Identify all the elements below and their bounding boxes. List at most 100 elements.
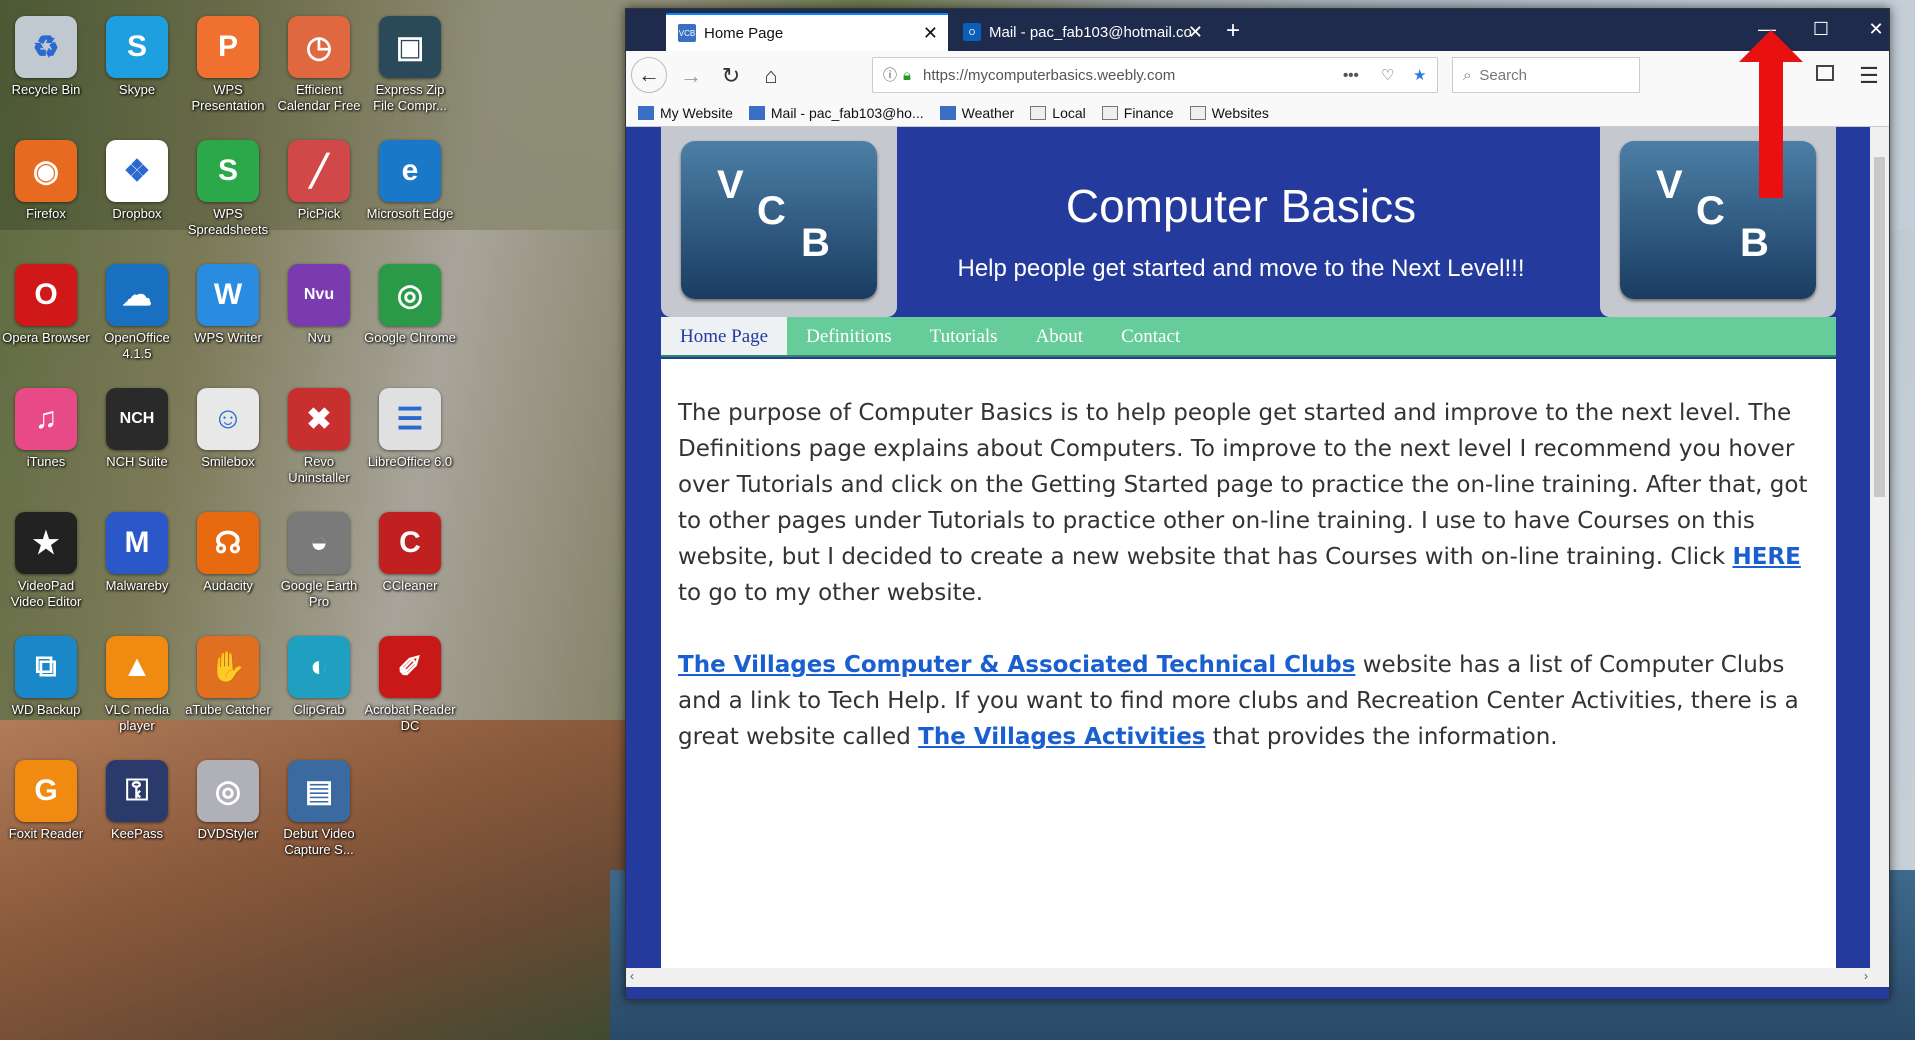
icon-label: WPS Spreadsheets — [187, 206, 269, 237]
bookmark-local[interactable]: Local — [1030, 105, 1086, 121]
info-icon[interactable]: ⓘ — [883, 65, 897, 85]
app-icon: ❖ — [106, 140, 168, 202]
icon-label: Malwareby — [105, 578, 169, 593]
here-link[interactable]: HERE — [1732, 544, 1800, 570]
bookmark-websites[interactable]: Websites — [1189, 105, 1269, 121]
reload-button[interactable]: ↻ — [716, 61, 746, 91]
desktop-icon-recycle-bin[interactable]: ♻ Recycle Bin — [0, 8, 92, 126]
bookmark-finance[interactable]: Finance — [1101, 105, 1174, 121]
desktop-icon-microsoft-edge[interactable]: e Microsoft Edge — [364, 132, 456, 250]
desktop-icon-skype[interactable]: S Skype — [91, 8, 183, 126]
app-icon: ✐ — [379, 636, 441, 698]
desktop-icon-revo-uninstaller[interactable]: ✖ Revo Uninstaller — [273, 380, 365, 498]
icon-label: Google Earth Pro — [280, 578, 358, 609]
desktop-icon-wps-writer[interactable]: W WPS Writer — [182, 256, 274, 374]
desktop-icon-clipgrab[interactable]: ◐ ClipGrab — [273, 628, 365, 746]
open-menu-button[interactable]: ☰ — [1854, 61, 1884, 91]
desktop-icon-dvdstyler[interactable]: ◎ DVDStyler — [182, 752, 274, 870]
icon-label: Foxit Reader — [8, 826, 84, 841]
folder-icon — [1189, 105, 1206, 120]
icon-label: OpenOffice 4.1.5 — [104, 330, 170, 361]
desktop-icon-picpick[interactable]: ╱ PicPick — [273, 132, 365, 250]
desktop-icon-libreoffice-6-0[interactable]: ☰ LibreOffice 6.0 — [364, 380, 456, 498]
bookmark-mail-pac-fab103-ho[interactable]: Mail - pac_fab103@ho... — [748, 105, 924, 121]
vcb-favicon-icon: VCB — [678, 24, 696, 42]
desktop-icon-opera-browser[interactable]: O Opera Browser — [0, 256, 92, 374]
nav-home-page[interactable]: Home Page — [661, 317, 788, 355]
site-favicon-icon — [748, 105, 765, 120]
villages-clubs-link[interactable]: The Villages Computer & Associated Techn… — [678, 652, 1355, 678]
scroll-left-icon[interactable]: ‹ — [630, 969, 634, 983]
desktop-icon-google-chrome[interactable]: ◎ Google Chrome — [364, 256, 456, 374]
desktop-icon-atube-catcher[interactable]: ✋ aTube Catcher — [182, 628, 274, 746]
icon-label: aTube Catcher — [185, 702, 271, 717]
vertical-scrollbar[interactable] — [1870, 127, 1889, 987]
app-icon: ╱ — [288, 140, 350, 202]
desktop-icon-wps-presentation[interactable]: P WPS Presentation — [182, 8, 274, 126]
app-icon: ☊ — [197, 512, 259, 574]
page-actions-icon[interactable]: ••• — [1343, 67, 1359, 84]
desktop-icon-keepass[interactable]: ⚿ KeePass — [91, 752, 183, 870]
maximize-button[interactable]: ☐ — [1806, 19, 1836, 40]
new-tab-button[interactable]: + — [1226, 17, 1240, 45]
icon-label: Microsoft Edge — [366, 206, 454, 221]
clubs-paragraph: The Villages Computer & Associated Techn… — [678, 652, 1799, 750]
red-annotation-arrow — [1739, 30, 1803, 198]
icon-label: Google Chrome — [364, 330, 456, 345]
desktop-icon-wd-backup[interactable]: ⧉ WD Backup — [0, 628, 92, 746]
icon-label: WPS Presentation — [191, 82, 265, 113]
app-icon: M — [106, 512, 168, 574]
desktop-icon-firefox[interactable]: ◉ Firefox — [0, 132, 92, 250]
desktop-icon-efficient-calendar-free[interactable]: ◷ Efficient Calendar Free — [273, 8, 365, 126]
icon-label: Smilebox — [201, 454, 255, 469]
icon-label: Debut Video Capture S... — [283, 826, 355, 857]
app-icon: ◉ — [15, 140, 77, 202]
scrollbar-thumb[interactable] — [1874, 157, 1885, 497]
bookmark-weather[interactable]: Weather — [939, 105, 1014, 121]
scroll-right-icon[interactable]: › — [1864, 969, 1868, 983]
address-bar[interactable]: ⓘ 🔒︎ https://mycomputerbasics.weebly.com… — [872, 57, 1438, 93]
forward-button[interactable]: → — [676, 61, 706, 91]
close-window-button[interactable]: ✕ — [1861, 19, 1891, 40]
desktop-icon-videopad-video-editor[interactable]: ★ VideoPad Video Editor — [0, 504, 92, 622]
desktop-icon-express-zip-file-compr[interactable]: ▣ Express Zip File Compr... — [364, 8, 456, 126]
back-button[interactable]: ← — [631, 57, 667, 93]
desktop-icon-malwareby[interactable]: M Malwareby — [91, 504, 183, 622]
app-icon: ☺ — [197, 388, 259, 450]
app-icon: O — [15, 264, 77, 326]
tab-mail[interactable]: O Mail - pac_fab103@hotmail.co ✕ — [951, 13, 1213, 51]
desktop-icon-foxit-reader[interactable]: G Foxit Reader — [0, 752, 92, 870]
desktop-icon-acrobat-reader-dc[interactable]: ✐ Acrobat Reader DC — [364, 628, 456, 746]
icon-label: WD Backup — [11, 702, 81, 717]
nav-about[interactable]: About — [1017, 317, 1103, 355]
nav-definitions[interactable]: Definitions — [787, 317, 911, 355]
tab-home-page[interactable]: VCB Home Page ✕ — [666, 13, 948, 51]
villages-activities-link[interactable]: The Villages Activities — [918, 724, 1205, 750]
desktop-icon-ccleaner[interactable]: C CCleaner — [364, 504, 456, 622]
desktop-icon-smilebox[interactable]: ☺ Smilebox — [182, 380, 274, 498]
search-input[interactable]: ⌕ Search — [1452, 57, 1640, 93]
close-tab-icon[interactable]: ✕ — [1188, 22, 1203, 43]
desktop-icon-itunes[interactable]: ♫ iTunes — [0, 380, 92, 498]
desktop-icon-audacity[interactable]: ☊ Audacity — [182, 504, 274, 622]
pocket-icon[interactable]: ♡ — [1381, 66, 1394, 84]
sidebar-toggle-icon[interactable] — [1816, 65, 1834, 81]
desktop-icon-dropbox[interactable]: ❖ Dropbox — [91, 132, 183, 250]
home-button[interactable]: ⌂ — [756, 61, 786, 91]
desktop-icon-openoffice-4-1-5[interactable]: ☁ OpenOffice 4.1.5 — [91, 256, 183, 374]
desktop-icon-google-earth-pro[interactable]: ◒ Google Earth Pro — [273, 504, 365, 622]
nav-contact[interactable]: Contact — [1102, 317, 1199, 355]
url-text[interactable]: https://mycomputerbasics.weebly.com — [923, 67, 1175, 84]
desktop-icon-vlc-media-player[interactable]: ▲ VLC media player — [91, 628, 183, 746]
desktop-icon-debut-video-capture-s[interactable]: ▤ Debut Video Capture S... — [273, 752, 365, 870]
desktop-icon-wps-spreadsheets[interactable]: S WPS Spreadsheets — [182, 132, 274, 250]
nav-tutorials[interactable]: Tutorials — [911, 317, 1017, 355]
horizontal-scrollbar[interactable]: ‹ › — [626, 968, 1872, 987]
app-icon: ✖ — [288, 388, 350, 450]
desktop-icon-nch-suite[interactable]: NCH NCH Suite — [91, 380, 183, 498]
bookmark-my-website[interactable]: My Website — [638, 105, 733, 121]
desktop-icon-nvu[interactable]: Nvu Nvu — [273, 256, 365, 374]
icon-label: Firefox — [26, 206, 66, 221]
bookmark-star-icon[interactable]: ★ — [1413, 66, 1426, 84]
close-tab-icon[interactable]: ✕ — [923, 23, 938, 44]
